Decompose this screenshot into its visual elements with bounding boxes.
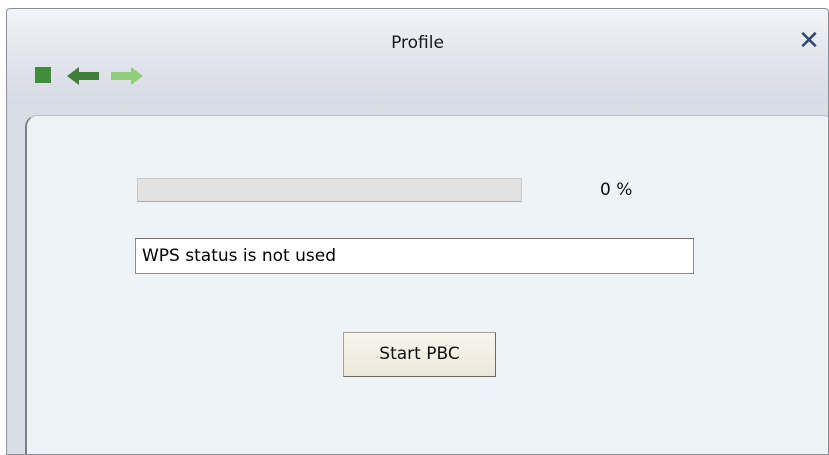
window-title: Profile — [391, 33, 444, 53]
stop-icon[interactable] — [35, 67, 51, 83]
wps-status-field[interactable]: WPS status is not used — [135, 238, 694, 274]
title-bar: Profile ✕ — [7, 9, 828, 104]
forward-arrow-icon[interactable] — [109, 66, 145, 86]
back-arrow-icon[interactable] — [65, 66, 101, 86]
start-pbc-button[interactable]: Start PBC — [343, 332, 496, 377]
wps-progress-bar — [137, 178, 522, 202]
wps-panel: 0 % WPS status is not used Start PBC — [25, 115, 828, 454]
progress-percent-text: 0 % — [600, 180, 633, 200]
close-icon[interactable]: ✕ — [796, 28, 822, 54]
profile-window: Profile ✕ 0 % WPS status is not used Sta… — [6, 8, 829, 455]
